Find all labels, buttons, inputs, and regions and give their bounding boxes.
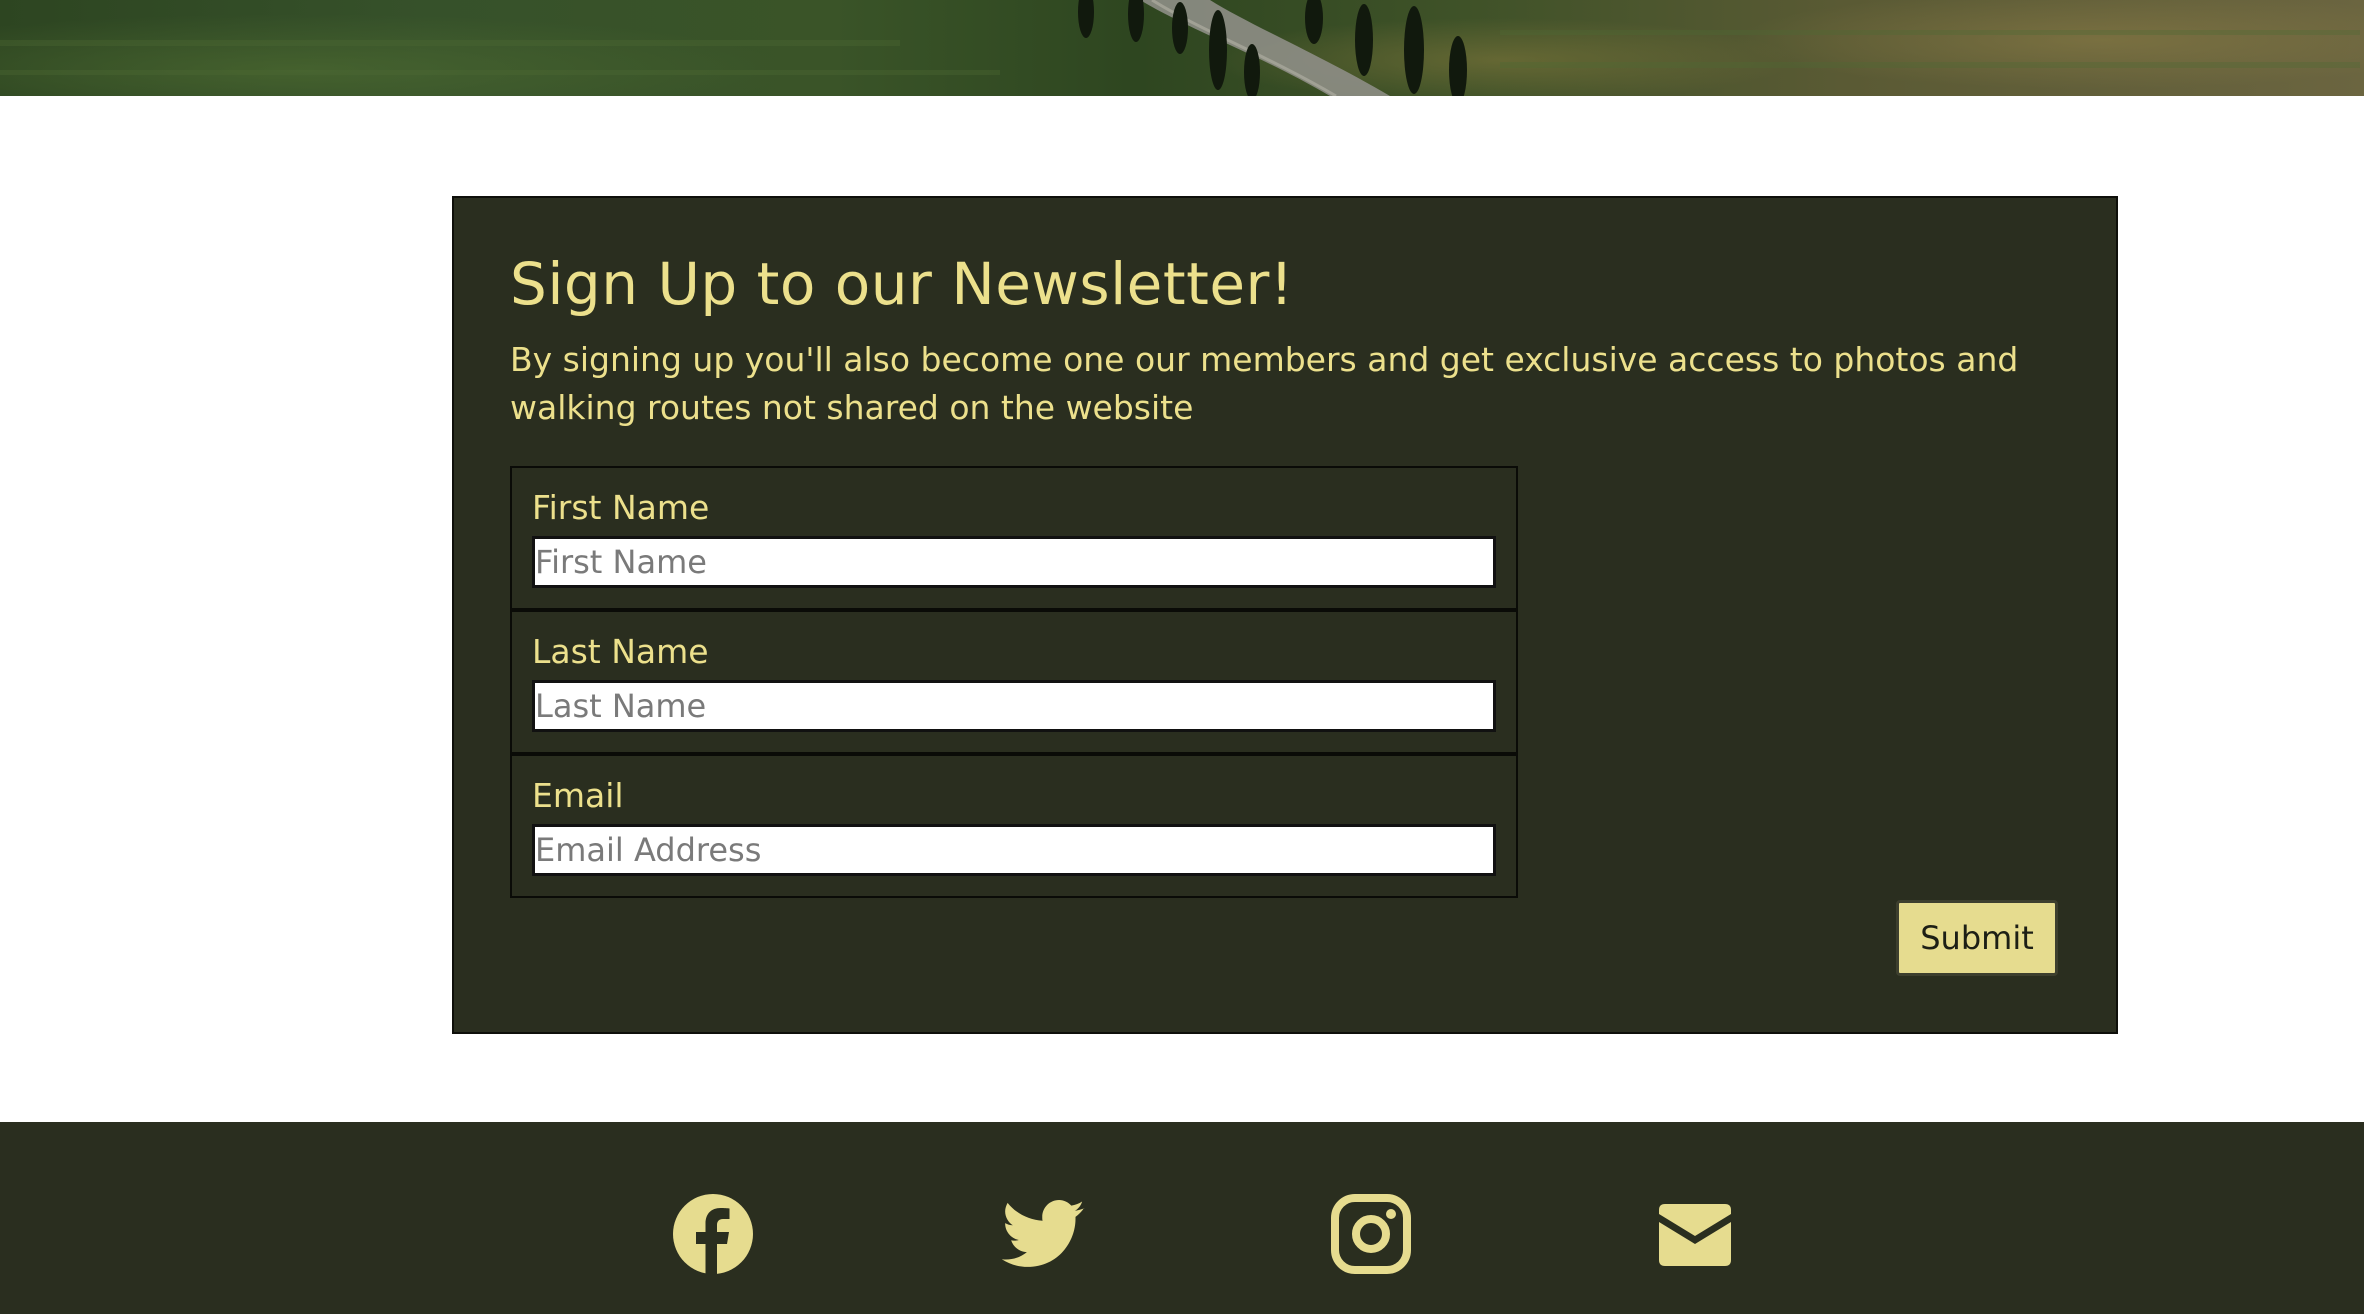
last-name-field-group: Last Name: [510, 610, 1518, 754]
first-name-field-group: First Name: [510, 466, 1518, 610]
first-name-input[interactable]: [532, 536, 1496, 588]
newsletter-signup-card: Sign Up to our Newsletter! By signing up…: [452, 196, 2118, 1034]
hero-scenery: [0, 0, 2360, 96]
instagram-icon[interactable]: [1329, 1192, 1413, 1276]
email-icon[interactable]: [1653, 1192, 1737, 1276]
footer: [0, 1122, 2364, 1314]
facebook-icon[interactable]: [671, 1192, 755, 1276]
newsletter-title: Sign Up to our Newsletter!: [510, 250, 1294, 318]
last-name-label: Last Name: [532, 632, 709, 671]
newsletter-description: By signing up you'll also become one our…: [510, 340, 2019, 427]
last-name-input[interactable]: [532, 680, 1496, 732]
hero-landscape-image: [0, 0, 2364, 96]
email-input[interactable]: [532, 824, 1496, 876]
email-label: Email: [532, 776, 624, 815]
submit-button[interactable]: Submit: [1896, 900, 2058, 976]
twitter-icon[interactable]: [1002, 1192, 1086, 1276]
first-name-label: First Name: [532, 488, 710, 527]
email-field-group: Email: [510, 754, 1518, 898]
